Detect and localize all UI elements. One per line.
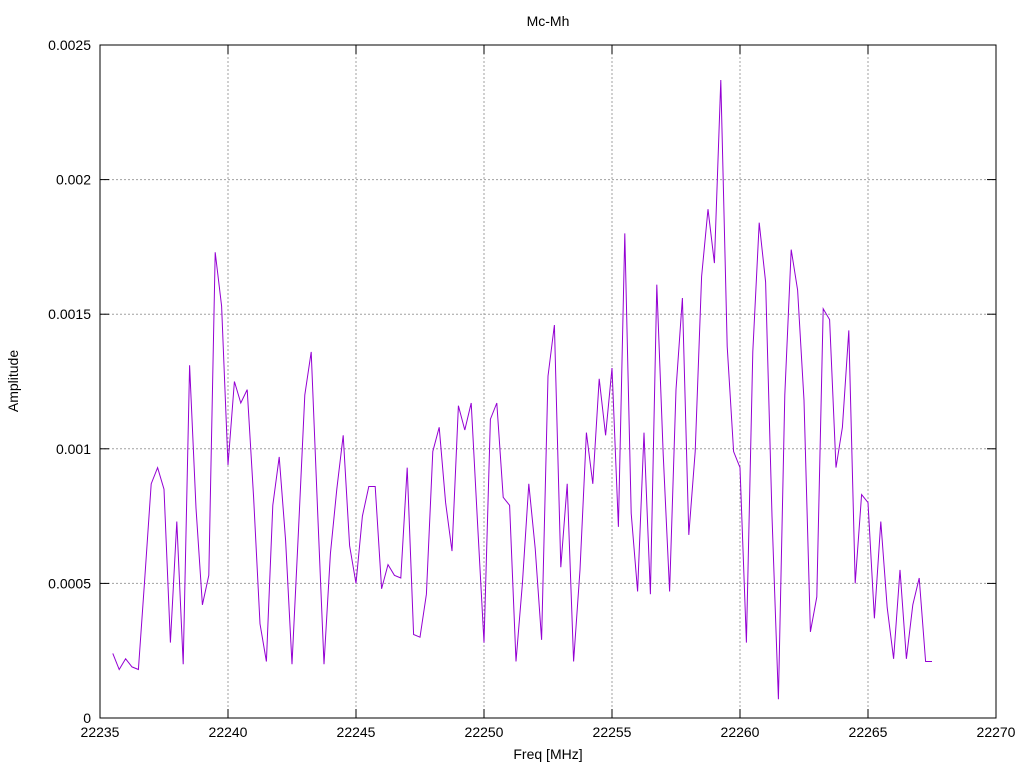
- x-tick-label: 22250: [465, 724, 504, 740]
- x-tick-label: 22270: [977, 724, 1016, 740]
- line-chart: Mc-Mh 22235 22240 22245 22250 22255 22260 2226…: [5, 13, 1016, 762]
- x-tick-label: 22260: [721, 724, 760, 740]
- y-tick-label: 0.0025: [48, 37, 91, 53]
- y-tick-label: 0: [83, 710, 91, 726]
- x-axis-label: Freq [MHz]: [513, 746, 582, 762]
- chart-title: Mc-Mh: [527, 13, 570, 29]
- y-axis-label: Amplitude: [5, 350, 21, 412]
- x-tick-label: 22240: [209, 724, 248, 740]
- x-tick-label: 22255: [593, 724, 632, 740]
- x-tick-label: 22235: [81, 724, 120, 740]
- y-tick-label: 0.0005: [48, 575, 91, 591]
- series-line: [112, 79, 932, 700]
- x-tick-label: 22245: [337, 724, 376, 740]
- y-tick-label: 0.001: [56, 441, 91, 457]
- tick-labels: 22235 22240 22245 22250 22255 22260 22265 22270…: [48, 37, 1016, 740]
- y-tick-label: 0.0015: [48, 306, 91, 322]
- y-tick-label: 0.002: [56, 172, 91, 188]
- x-tick-label: 22265: [849, 724, 888, 740]
